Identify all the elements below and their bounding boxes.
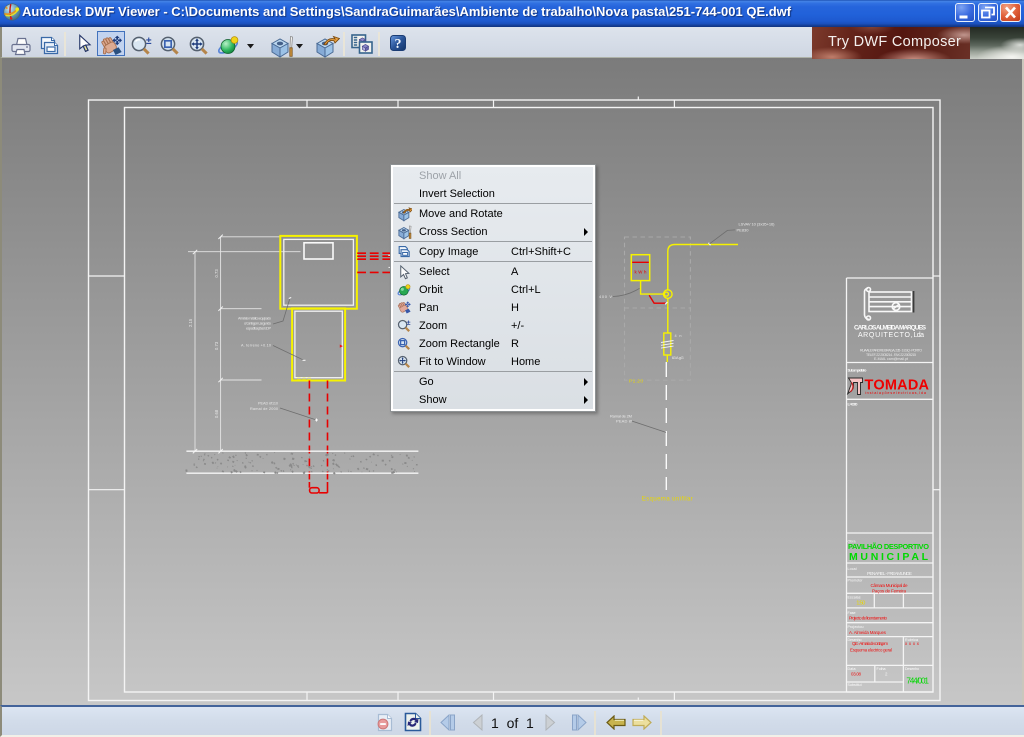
- svg-text:2: 2: [885, 672, 888, 677]
- svg-text:±: ±: [146, 36, 152, 47]
- svg-text:kWh: kWh: [635, 270, 648, 275]
- svg-text:▭▭▭: ▭▭▭: [297, 376, 311, 381]
- svg-text:A. terreno +0.10: A. terreno +0.10: [241, 344, 271, 348]
- svg-text:P1.20: P1.20: [629, 379, 643, 385]
- svg-text:?: ?: [395, 37, 402, 51]
- svg-text:Q.E. - Armario de contagem: Q.E. - Armario de contagem: [852, 641, 888, 646]
- svg-text:63 A gG: 63 A gG: [672, 355, 684, 360]
- svg-text:PEAD Ø: PEAD Ø: [616, 419, 632, 424]
- svg-text:PAVILHÃO DESPORTIVO: PAVILHÃO DESPORTIVO: [848, 542, 929, 551]
- svg-text:PENAFIEL - FREAMUNDE: PENAFIEL - FREAMUNDE: [867, 571, 912, 576]
- svg-text:Local: Local: [848, 567, 857, 571]
- svg-text:MUNICIPAL: MUNICIPAL: [849, 551, 929, 563]
- svg-text:L = 0000: L = 0000: [848, 402, 859, 407]
- svg-text:Subempreiteiro: Subempreiteiro: [848, 368, 868, 373]
- svg-text:Câmara Municipal de: Câmara Municipal de: [871, 583, 908, 588]
- svg-text:Fase: Fase: [848, 611, 856, 615]
- svg-text:Desenho: Desenho: [905, 667, 919, 671]
- svg-text:CARLOS ALMEIDA MARQUES: CARLOS ALMEIDA MARQUES: [854, 325, 927, 332]
- svg-text:Escalas: Escalas: [848, 596, 861, 600]
- svg-text:Promotor: Promotor: [848, 579, 864, 583]
- svg-text:03.08: 03.08: [851, 672, 862, 677]
- svg-text:Projecto de licenciamento: Projecto de licenciamento: [849, 616, 888, 621]
- svg-text:1:50: 1:50: [856, 601, 865, 607]
- svg-text:c/ contagem, segundo: c/ contagem, segundo: [244, 322, 271, 326]
- svg-text:Data: Data: [848, 667, 856, 671]
- svg-text:0.73: 0.73: [214, 341, 219, 350]
- svg-text:Folha: Folha: [877, 667, 886, 671]
- svg-text:A. Almeida Marques: A. Almeida Marques: [849, 630, 887, 635]
- svg-text:PEAD Ø110: PEAD Ø110: [258, 402, 278, 406]
- svg-text:2.15: 2.15: [188, 318, 193, 327]
- svg-text:744/001: 744/001: [906, 677, 929, 686]
- svg-text:Projectou: Projectou: [848, 625, 864, 629]
- svg-text:A R Q U I T E C T O , Lda: A R Q U I T E C T O , Lda: [858, 332, 924, 339]
- svg-text:Paços de Ferreira: Paços de Ferreira: [872, 589, 906, 594]
- svg-text:E-MAIL cam@mail.pt: E-MAIL cam@mail.pt: [874, 357, 908, 361]
- svg-text:Esquema electrico geral: Esquema electrico geral: [850, 648, 892, 653]
- svg-text:i n s t a l a ç õ e s e l é: i n s t a l a ç õ e s e l é c t r i c a …: [865, 391, 927, 395]
- svg-text:especificações EDP: especificações EDP: [246, 327, 271, 331]
- svg-text:4n: 4n: [675, 334, 682, 338]
- svg-text:Armário metálico equipado: Armário metálico equipado: [238, 317, 271, 321]
- svg-text:Substitui: Substitui: [848, 683, 862, 687]
- svg-text:PE830: PE830: [737, 228, 750, 233]
- svg-text:Ramal de 2000: Ramal de 2000: [250, 407, 278, 411]
- svg-text:±: ±: [406, 319, 410, 327]
- svg-text:0.68: 0.68: [214, 409, 219, 418]
- svg-text:Esquema unifilar: Esquema unifilar: [642, 496, 693, 502]
- svg-text:LSVAV 10 (3x35+16): LSVAV 10 (3x35+16): [739, 222, 776, 227]
- svg-text:400 V: 400 V: [599, 294, 612, 299]
- svg-text:0.73: 0.73: [214, 269, 219, 278]
